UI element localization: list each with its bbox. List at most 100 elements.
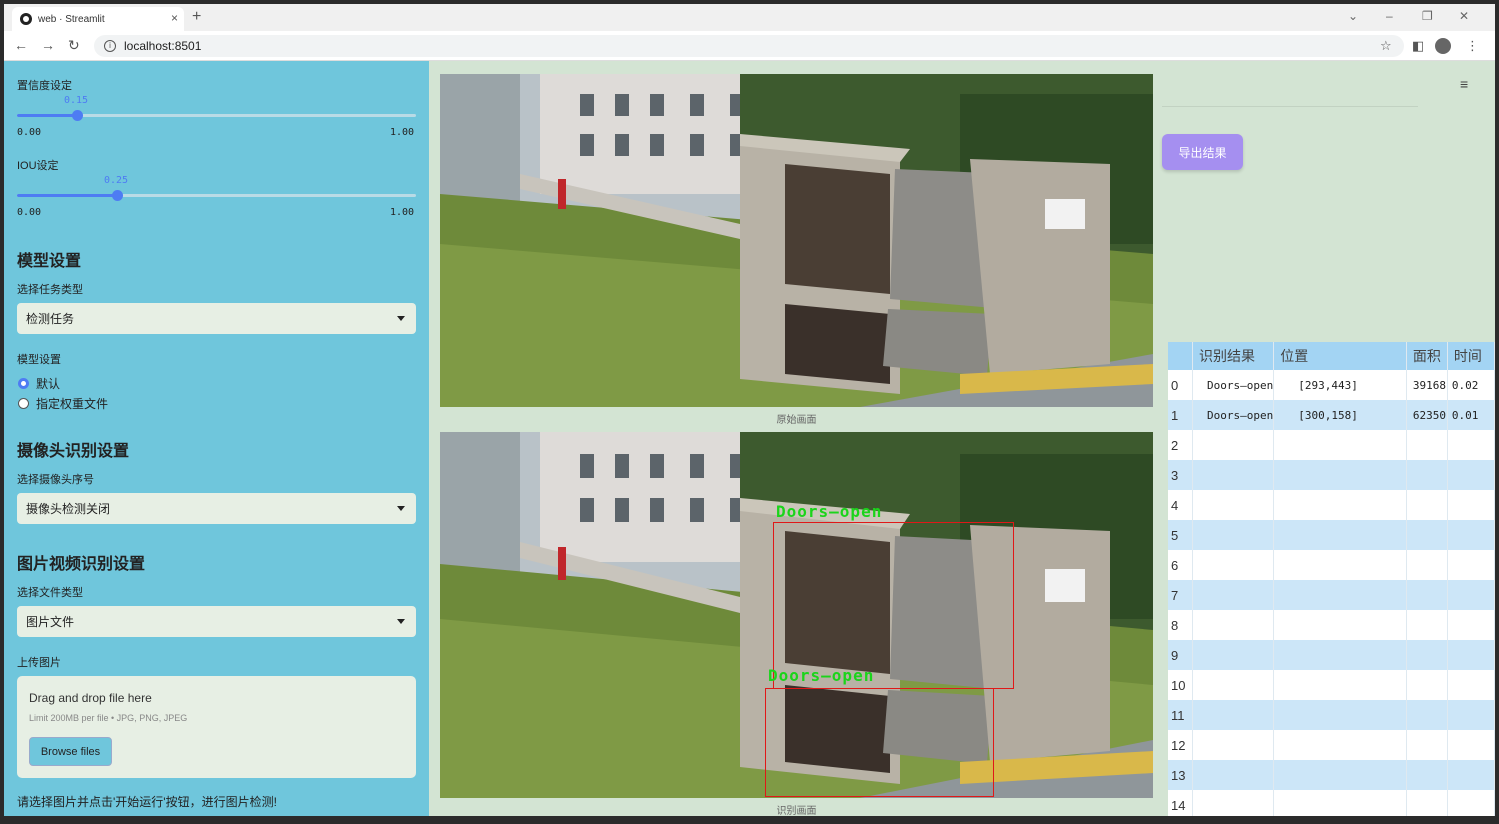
- table-header-time[interactable]: 时间: [1447, 342, 1495, 370]
- file-uploader-dropzone[interactable]: Drag and drop file here Limit 200MB per …: [17, 676, 416, 778]
- table-cell-time: [1447, 610, 1495, 640]
- browse-files-button[interactable]: Browse files: [29, 737, 112, 766]
- table-cell-area: [1406, 490, 1448, 520]
- file-type-value: 图片文件: [26, 615, 75, 629]
- task-type-select[interactable]: 检测任务: [17, 303, 416, 334]
- address-bar[interactable]: i localhost:8501: [94, 35, 1404, 57]
- site-info-icon[interactable]: i: [104, 40, 116, 52]
- table-cell-index: 7: [1168, 580, 1194, 610]
- table-cell-time: 0.01: [1447, 400, 1495, 430]
- confidence-slider-fill: [17, 114, 77, 117]
- model-settings-heading: 模型设置: [17, 253, 82, 270]
- table-cell-time: [1447, 730, 1495, 760]
- table-row[interactable]: 5: [1168, 520, 1495, 550]
- table-header-position[interactable]: 位置: [1273, 342, 1407, 370]
- table-row[interactable]: 11: [1168, 700, 1495, 730]
- table-row[interactable]: 1 Doors—open [300,158] 62350 0.01: [1168, 400, 1495, 430]
- export-results-button[interactable]: 导出结果: [1162, 134, 1243, 170]
- table-cell-index: 3: [1168, 460, 1194, 490]
- confidence-value: 0.15: [64, 95, 89, 106]
- close-window-icon[interactable]: ✕: [1459, 9, 1469, 23]
- minimize-icon[interactable]: –: [1386, 9, 1393, 23]
- table-header-result[interactable]: 识别结果: [1192, 342, 1275, 370]
- table-cell-result: [1192, 760, 1275, 790]
- table-cell-area: [1406, 430, 1448, 460]
- confidence-slider-thumb[interactable]: [71, 110, 83, 121]
- table-row[interactable]: 0 Doors—open [293,443] 39168 0.02: [1168, 370, 1495, 400]
- table-row[interactable]: 2: [1168, 430, 1495, 460]
- reload-icon[interactable]: ↻: [68, 37, 80, 54]
- chevron-down-icon: [397, 506, 405, 511]
- result-image: Doors—open Doors—open: [440, 432, 1153, 798]
- browser-window: web · Streamlit × + ⌄ – ❐ ✕ ← → ↻ i loca…: [4, 4, 1495, 816]
- table-cell-area: [1406, 520, 1448, 550]
- forward-icon[interactable]: →: [41, 37, 55, 53]
- tab-close-icon[interactable]: ×: [171, 11, 178, 25]
- file-settings-heading: 图片视频识别设置: [17, 556, 146, 573]
- browser-tab[interactable]: web · Streamlit ×: [12, 7, 184, 31]
- table-cell-time: [1447, 490, 1495, 520]
- table-header-index: [1168, 342, 1194, 370]
- table-cell-time: [1447, 760, 1495, 790]
- iou-label: IOU设定: [17, 160, 59, 172]
- table-cell-area: [1406, 640, 1448, 670]
- table-header-row: 识别结果 位置 面积 时间: [1168, 342, 1495, 370]
- table-header-area[interactable]: 面积: [1406, 342, 1448, 370]
- iou-slider-fill: [17, 194, 117, 197]
- side-panel-icon[interactable]: ◧: [1412, 38, 1424, 54]
- table-cell-position: [300,158]: [1273, 400, 1407, 430]
- iou-slider-thumb[interactable]: [111, 190, 123, 201]
- table-cell-time: [1447, 640, 1495, 670]
- upload-label: 上传图片: [17, 657, 61, 669]
- table-cell-position: [1273, 550, 1407, 580]
- table-row[interactable]: 14: [1168, 790, 1495, 816]
- table-cell-time: [1447, 430, 1495, 460]
- tab-title: web · Streamlit: [38, 13, 105, 25]
- back-icon[interactable]: ←: [14, 37, 28, 53]
- profile-avatar-icon[interactable]: [1435, 38, 1451, 54]
- table-cell-index: 5: [1168, 520, 1194, 550]
- table-cell-position: [1273, 520, 1407, 550]
- file-type-select[interactable]: 图片文件: [17, 606, 416, 637]
- table-cell-result: [1192, 730, 1275, 760]
- browser-toolbar: ← → ↻ i localhost:8501 ☆ ◧ ⋮: [4, 31, 1495, 61]
- restore-icon[interactable]: ❐: [1422, 9, 1433, 23]
- tab-search-icon[interactable]: ⌄: [1348, 9, 1358, 23]
- iou-slider[interactable]: [17, 190, 416, 201]
- table-row[interactable]: 12: [1168, 730, 1495, 760]
- task-type-value: 检测任务: [26, 312, 75, 326]
- table-row[interactable]: 8: [1168, 610, 1495, 640]
- table-row[interactable]: 9: [1168, 640, 1495, 670]
- hamburger-menu-icon[interactable]: ≡: [1460, 76, 1468, 92]
- table-cell-index: 10: [1168, 670, 1194, 700]
- camera-index-select[interactable]: 摄像头检测关闭: [17, 493, 416, 524]
- model-radio-custom[interactable]: 指定权重文件: [18, 395, 108, 412]
- table-row[interactable]: 7: [1168, 580, 1495, 610]
- camera-index-value: 摄像头检测关闭: [26, 502, 111, 516]
- table-cell-result: [1192, 460, 1275, 490]
- table-cell-index: 8: [1168, 610, 1194, 640]
- table-row[interactable]: 6: [1168, 550, 1495, 580]
- table-cell-position: [1273, 670, 1407, 700]
- task-type-label: 选择任务类型: [17, 284, 83, 296]
- results-table[interactable]: 识别结果 位置 面积 时间 0 Doors—open [293,443] 39168 0…: [1168, 342, 1495, 816]
- confidence-slider[interactable]: [17, 110, 416, 121]
- new-tab-icon[interactable]: +: [192, 8, 201, 26]
- table-row[interactable]: 13: [1168, 760, 1495, 790]
- table-cell-area: [1406, 610, 1448, 640]
- model-radio-default[interactable]: 默认: [18, 375, 60, 392]
- table-cell-index: 1: [1168, 400, 1194, 430]
- table-row[interactable]: 3: [1168, 460, 1495, 490]
- iou-min: 0.00: [17, 207, 42, 218]
- table-row[interactable]: 10: [1168, 670, 1495, 700]
- detection-label-1: Doors—open: [776, 502, 883, 521]
- table-cell-position: [1273, 700, 1407, 730]
- original-image: [440, 74, 1153, 407]
- table-cell-index: 14: [1168, 790, 1194, 816]
- bookmark-star-icon[interactable]: ☆: [1380, 38, 1392, 54]
- table-cell-time: [1447, 520, 1495, 550]
- table-row[interactable]: 4: [1168, 490, 1495, 520]
- browser-menu-icon[interactable]: ⋮: [1466, 38, 1479, 54]
- table-cell-time: [1447, 790, 1495, 816]
- model-radio-default-label: 默认: [36, 377, 61, 391]
